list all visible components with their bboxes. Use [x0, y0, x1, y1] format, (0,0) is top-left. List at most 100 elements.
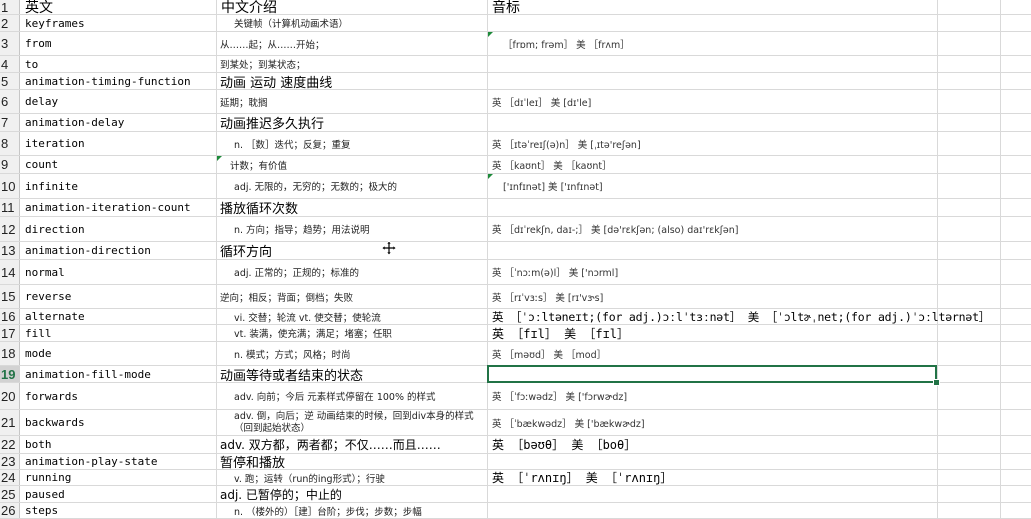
cell-english[interactable]: forwards — [20, 383, 216, 409]
cell-chinese[interactable]: vt. 装满，使充满；满足；堵塞；任职 — [216, 325, 487, 341]
row-number[interactable]: 6 — [0, 90, 20, 113]
cell-english[interactable]: steps — [20, 503, 216, 518]
cell-chinese[interactable]: adv. 双方都，两者都；不仅……而且…… — [216, 436, 487, 453]
cell-chinese[interactable]: v. 跑；运转（run的ing形式）；行驶 — [216, 470, 487, 485]
row-number[interactable]: 11 — [0, 199, 20, 216]
cell-chinese[interactable]: vi. 交替；轮流 vt. 使交替；使轮流 — [216, 309, 487, 324]
cell-chinese[interactable]: 从……起；从……开始； — [216, 32, 487, 55]
row-number-selected[interactable]: 19 — [0, 366, 20, 382]
cell-phonetic[interactable]: 英 ［rɪˈvɜːs］ 美 [rɪ'vɝs] — [487, 285, 937, 308]
cell-english[interactable]: to — [20, 56, 216, 72]
cell-english[interactable]: animation-direction — [20, 242, 216, 259]
cell-english[interactable]: normal — [20, 260, 216, 284]
cell-phonetic[interactable]: 英 ［fɪl］ 美 ［fɪl］ — [487, 325, 937, 341]
row-number[interactable]: 16 — [0, 309, 20, 324]
cell-english[interactable]: animation-iteration-count — [20, 199, 216, 216]
row-number[interactable]: 18 — [0, 342, 20, 365]
row-number[interactable]: 10 — [0, 174, 20, 198]
row-number[interactable]: 8 — [0, 132, 20, 155]
cell-chinese[interactable]: adj. 已暂停的；中止的 — [216, 486, 487, 502]
cell-phonetic[interactable]: 英 ［məʊd］ 美 ［mod］ — [487, 342, 937, 365]
row-number[interactable]: 4 — [0, 56, 20, 72]
cell-english[interactable]: animation-play-state — [20, 454, 216, 469]
cell-phonetic[interactable]: 英 ［kaʊnt］ 美 ［kaʊnt］ — [487, 156, 937, 173]
cell-english[interactable]: reverse — [20, 285, 216, 308]
cell-phonetic[interactable]: 英 ［ˈrʌnɪŋ］ 美 ［ˈrʌnɪŋ］ — [487, 470, 937, 485]
cell-chinese[interactable]: 到某处；到某状态； — [216, 56, 487, 72]
cell-english[interactable]: fill — [20, 325, 216, 341]
cell-phonetic[interactable] — [487, 454, 937, 469]
cell-chinese[interactable]: n. ［数］迭代；反复；重复 — [216, 132, 487, 155]
cell-phonetic[interactable] — [487, 242, 937, 259]
cell-phonetic[interactable]: 英 ［ɪtəˈreɪʃ(ə)n］ 美 [ˌɪtə'reʃən] — [487, 132, 937, 155]
cell-english[interactable]: both — [20, 436, 216, 453]
cell-english[interactable]: animation-timing-function — [20, 73, 216, 89]
cell-phonetic[interactable]: 英 ［dɪˈleɪ］ 美 [dɪ'le] — [487, 90, 937, 113]
cell-english[interactable]: keyframes — [20, 15, 216, 31]
cell-english[interactable]: from — [20, 32, 216, 55]
cell-chinese[interactable]: n. 模式；方式；风格；时尚 — [216, 342, 487, 365]
cell-phonetic[interactable] — [487, 56, 937, 72]
cell-phonetic[interactable]: ［frɒm; frəm］ 美 ［frʌm］ — [487, 32, 937, 55]
cell-chinese[interactable]: n. 方向；指导；趋势；用法说明 — [216, 217, 487, 241]
cell-chinese[interactable]: 关键帧（计算机动画术语） — [216, 15, 487, 31]
cell-chinese[interactable]: 动画推迟多久执行 — [216, 114, 487, 132]
cell-chinese[interactable]: 逆向；相反；背面；倒档；失败 — [216, 285, 487, 308]
cell-english[interactable]: paused — [20, 486, 216, 502]
cell-phonetic[interactable]: 英 ［ˈbækwədz］ 美 ['bækwɚdz] — [487, 410, 937, 435]
cell-a1[interactable]: 英文 — [20, 0, 216, 16]
row-number[interactable]: 26 — [0, 503, 20, 518]
cell-english[interactable]: direction — [20, 217, 216, 241]
cell-chinese[interactable]: 计数；有价值 — [216, 156, 487, 173]
cell-phonetic[interactable] — [487, 15, 937, 31]
cell-phonetic[interactable] — [487, 503, 937, 518]
cell-chinese[interactable]: adv. 向前；今后 元素样式停留在 100% 的样式 — [216, 383, 487, 409]
cell-phonetic[interactable] — [487, 486, 937, 502]
cell-chinese[interactable]: adj. 无限的，无穷的；无数的；极大的 — [216, 174, 487, 198]
cell-chinese[interactable]: 动画等待或者结束的状态 — [216, 366, 487, 384]
cell-english[interactable]: iteration — [20, 132, 216, 155]
row-number[interactable]: 14 — [0, 260, 20, 284]
cell-english[interactable]: count — [20, 156, 216, 173]
cell-english[interactable]: mode — [20, 342, 216, 365]
cell-phonetic[interactable] — [487, 199, 937, 216]
cell-phonetic[interactable]: 英 ［ˈɔːltəneɪt;(for adj.)ɔːlˈtɜːnət］ 美 ［ˈ… — [487, 309, 990, 324]
row-number[interactable]: 9 — [0, 156, 20, 173]
cell-chinese[interactable]: 暂停和播放 — [216, 454, 487, 471]
spreadsheet-grid[interactable]: 1 英文 中文介绍 音标 2 keyframes 关键帧（计算机动画术语） 3 … — [0, 0, 1031, 519]
cell-chinese[interactable]: 循环方向 — [216, 242, 487, 260]
row-number[interactable]: 13 — [0, 242, 20, 259]
row-number[interactable]: 1 — [0, 0, 20, 15]
cell-chinese[interactable]: 延期；耽搁 — [216, 90, 487, 113]
fill-handle[interactable] — [933, 379, 940, 386]
row-number[interactable]: 2 — [0, 15, 20, 31]
cell-c1[interactable]: 音标 — [487, 0, 937, 16]
cell-phonetic[interactable]: 英 ［dɪˈrekʃn, daɪ-;］ 美 [də'rɛkʃən; (also)… — [487, 217, 937, 241]
active-cell-outline[interactable] — [487, 365, 937, 383]
cell-chinese[interactable]: adj. 正常的；正规的；标准的 — [216, 260, 487, 284]
cell-english[interactable]: delay — [20, 90, 216, 113]
cell-phonetic[interactable]: 英 ［ˈfɔːwədz］ 美 ['fɔrwɚdz] — [487, 383, 937, 409]
cell-english[interactable]: backwards — [20, 410, 216, 435]
row-number[interactable]: 12 — [0, 217, 20, 241]
row-number[interactable]: 23 — [0, 454, 20, 469]
cell-phonetic[interactable]: 英 ［ˈnɔːm(ə)l］ 美 ['nɔrml] — [487, 260, 937, 284]
row-number[interactable]: 25 — [0, 486, 20, 502]
cell-english[interactable]: alternate — [20, 309, 216, 324]
row-number[interactable]: 17 — [0, 325, 20, 341]
cell-chinese[interactable]: 播放循环次数 — [216, 199, 487, 217]
row-number[interactable]: 20 — [0, 383, 20, 409]
cell-phonetic[interactable] — [487, 73, 937, 89]
row-number[interactable]: 7 — [0, 114, 20, 131]
cell-english[interactable]: animation-fill-mode — [20, 366, 216, 382]
row-number[interactable]: 3 — [0, 32, 20, 55]
row-number[interactable]: 15 — [0, 285, 20, 308]
cell-english[interactable]: animation-delay — [20, 114, 216, 131]
row-number[interactable]: 21 — [0, 410, 20, 435]
cell-phonetic[interactable] — [487, 114, 937, 131]
row-number[interactable]: 24 — [0, 470, 20, 485]
row-number[interactable]: 5 — [0, 73, 20, 89]
cell-chinese[interactable]: 动画 运动 速度曲线 — [216, 73, 487, 91]
cell-phonetic[interactable]: ['ɪnfɪnət] 美 ['ɪnfɪnət] — [487, 174, 937, 198]
cell-english[interactable]: running — [20, 470, 216, 485]
